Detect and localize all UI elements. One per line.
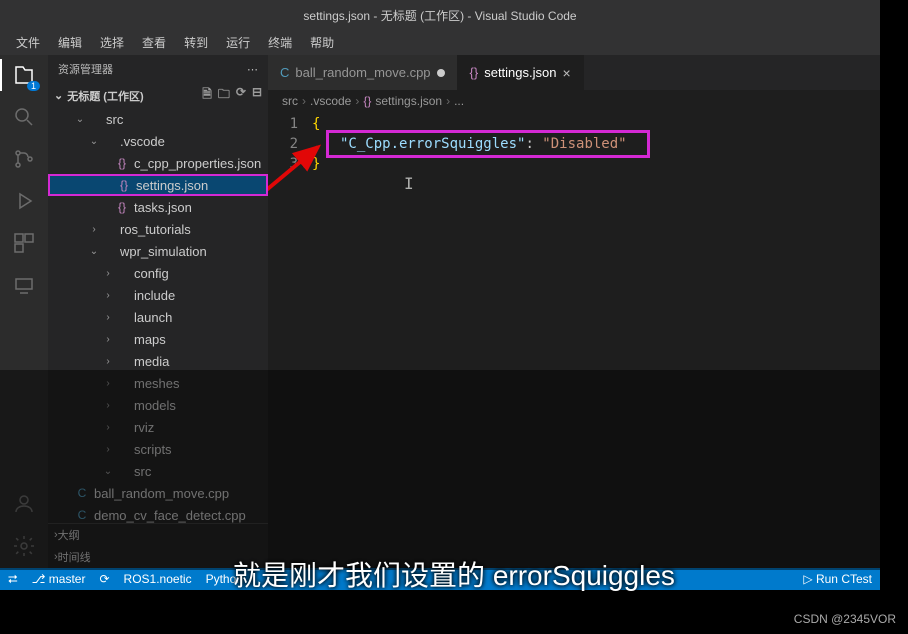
titlebar: settings.json - 无标题 (工作区) - Visual Studi… [0,0,880,30]
folder-meshes[interactable]: ›meshes [48,372,268,394]
tabs: Cball_random_move.cpp{}settings.json× [268,55,880,90]
file-settings.json[interactable]: {}settings.json [48,174,268,196]
dirty-dot-icon [437,69,445,77]
menu-运行[interactable]: 运行 [218,32,258,53]
outline-section[interactable]: ›大纲 [48,524,268,546]
source-control-icon[interactable] [12,147,36,171]
line-gutter: 1 2 3 [268,112,312,568]
folder-scripts[interactable]: ›scripts [48,438,268,460]
workspace-label: 无标题 (工作区) [67,88,143,104]
folder-models[interactable]: ›models [48,394,268,416]
menu-终端[interactable]: 终端 [260,32,300,53]
chevron-down-icon: ⌄ [54,89,63,102]
activitybar: 1 [0,55,48,568]
menu-选择[interactable]: 选择 [92,32,132,53]
folder-maps[interactable]: ›maps [48,328,268,350]
remote-icon[interactable] [12,273,36,297]
explorer-badge: 1 [27,81,40,91]
menu-查看[interactable]: 查看 [134,32,174,53]
refresh-icon[interactable]: ⟳ [236,85,246,106]
debug-icon[interactable] [12,189,36,213]
file-tree: ⌄src⌄.vscode{}c_cpp_properties.json{}set… [48,108,268,523]
more-icon[interactable]: ⋯ [247,63,258,76]
folder-media[interactable]: ›media [48,350,268,372]
code-area[interactable]: { "C_Cpp.errorSquiggles": "Disabled" } I [312,112,880,568]
vscode-window: settings.json - 无标题 (工作区) - Visual Studi… [0,0,880,590]
editor: Cball_random_move.cpp{}settings.json× sr… [268,55,880,568]
account-icon[interactable] [12,492,36,516]
subtitle-text: 就是刚才我们设置的 errorSquiggles [0,554,908,594]
folder-src[interactable]: ⌄src [48,460,268,482]
menu-转到[interactable]: 转到 [176,32,216,53]
file-c_cpp_properties.json[interactable]: {}c_cpp_properties.json [48,152,268,174]
new-folder-icon[interactable]: 🗀 [218,85,230,106]
menubar: 文件编辑选择查看转到运行终端帮助 [0,30,880,55]
watermark: CSDN @2345VOR [794,612,896,626]
collapse-icon[interactable]: ⊟ [252,85,262,106]
folder-config[interactable]: ›config [48,262,268,284]
file-tasks.json[interactable]: {}tasks.json [48,196,268,218]
tab-ball_random_move.cpp[interactable]: Cball_random_move.cpp [268,55,458,90]
editor-content[interactable]: 1 2 3 { "C_Cpp.errorSquiggles": "Disable… [268,112,880,568]
folder-.vscode[interactable]: ⌄.vscode [48,130,268,152]
breadcrumb[interactable]: src› .vscode› {} settings.json› ... [268,90,880,112]
explorer-icon[interactable]: 1 [12,63,36,87]
menu-文件[interactable]: 文件 [8,32,48,53]
search-icon[interactable] [12,105,36,129]
close-icon[interactable]: × [562,65,570,81]
folder-wpr_simulation[interactable]: ⌄wpr_simulation [48,240,268,262]
folder-launch[interactable]: ›launch [48,306,268,328]
body: 1 资源管理器 ⋯ ⌄ 无标题 (工作区) 🗎 🗀 [0,55,880,568]
menu-编辑[interactable]: 编辑 [50,32,90,53]
sidebar: 资源管理器 ⋯ ⌄ 无标题 (工作区) 🗎 🗀 ⟳ ⊟ ⌄src⌄.vscode… [48,55,268,568]
extensions-icon[interactable] [12,231,36,255]
file-demo_cv_face_detect.cpp[interactable]: Cdemo_cv_face_detect.cpp [48,504,268,523]
sidebar-header: 资源管理器 ⋯ [48,55,268,83]
workspace-row[interactable]: ⌄ 无标题 (工作区) 🗎 🗀 ⟳ ⊟ [48,83,268,108]
sidebar-title: 资源管理器 [58,61,113,77]
menu-帮助[interactable]: 帮助 [302,32,342,53]
folder-src[interactable]: ⌄src [48,108,268,130]
new-file-icon[interactable]: 🗎 [202,85,212,106]
window-title: settings.json - 无标题 (工作区) - Visual Studi… [303,7,576,24]
folder-ros_tutorials[interactable]: ›ros_tutorials [48,218,268,240]
tab-settings.json[interactable]: {}settings.json× [458,55,584,90]
folder-include[interactable]: ›include [48,284,268,306]
folder-rviz[interactable]: ›rviz [48,416,268,438]
text-cursor-icon: I [404,174,414,194]
file-ball_random_move.cpp[interactable]: Cball_random_move.cpp [48,482,268,504]
